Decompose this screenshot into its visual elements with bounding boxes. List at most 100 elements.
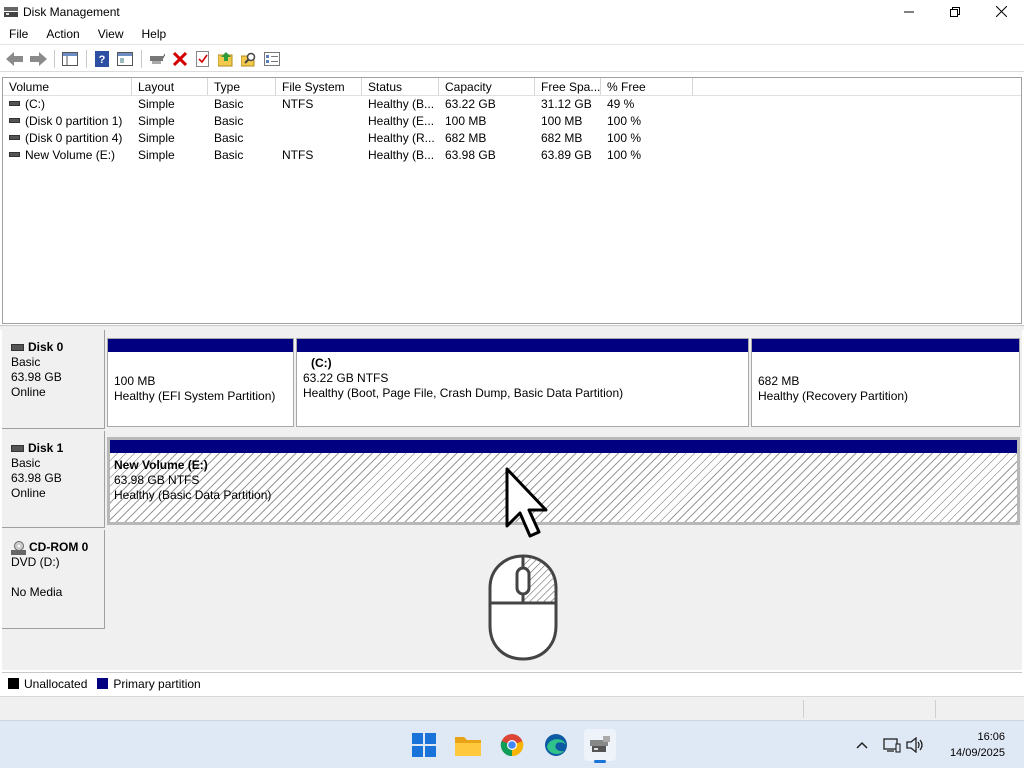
unallocated-swatch xyxy=(8,678,19,689)
checklist-icon[interactable] xyxy=(192,48,214,70)
type-cell: Basic xyxy=(214,148,244,162)
toolbar-separator xyxy=(54,49,55,68)
primary-partition-swatch xyxy=(97,678,109,689)
free-space-cell: 682 MB xyxy=(541,131,583,145)
disk-type: Basic xyxy=(11,456,41,470)
minimize-button[interactable] xyxy=(886,0,932,23)
percent-free-cell: 100 % xyxy=(607,131,642,145)
partition-status: Healthy (EFI System Partition) xyxy=(114,389,276,403)
disk-type: Basic xyxy=(11,355,41,369)
status-cell: Healthy (R... xyxy=(368,131,435,145)
title-bar: Disk Management xyxy=(0,0,1024,23)
forward-icon[interactable] xyxy=(27,48,49,70)
primary-partition-bar xyxy=(110,440,1017,453)
capacity-cell: 63.98 GB xyxy=(445,148,496,162)
chrome-icon[interactable] xyxy=(496,729,528,761)
table-row[interactable]: (Disk 0 partition 4) Simple Basic Health… xyxy=(3,130,1021,147)
import-icon[interactable] xyxy=(215,48,237,70)
disk-management-app-icon xyxy=(4,6,18,18)
cd-drive-icon xyxy=(11,540,26,555)
windows-start-icon[interactable] xyxy=(408,729,440,761)
type-cell: Basic xyxy=(214,114,244,128)
layout-cell: Simple xyxy=(138,97,175,111)
legend: Unallocated Primary partition xyxy=(2,672,1022,694)
menu-action[interactable]: Action xyxy=(37,23,88,45)
help-icon[interactable]: ? xyxy=(91,48,113,70)
type-cell: Basic xyxy=(214,97,244,111)
toolbar-separator xyxy=(86,49,87,68)
legend-primary-partition: Primary partition xyxy=(113,676,201,691)
table-row[interactable]: (Disk 0 partition 1) Simple Basic Health… xyxy=(3,113,1021,130)
clock-date: 14/09/2025 xyxy=(949,747,1005,759)
delete-icon[interactable] xyxy=(169,48,191,70)
column-header-volume[interactable]: Volume xyxy=(3,78,132,95)
volume-list-header: Volume Layout Type File System Status Ca… xyxy=(3,78,1021,96)
volume-name: New Volume (E:) xyxy=(25,148,116,162)
partition-c[interactable]: (C:) 63.22 GB NTFS Healthy (Boot, Page F… xyxy=(296,338,749,427)
column-header-type[interactable]: Type xyxy=(208,78,276,95)
status-bar xyxy=(0,696,1024,720)
file-system-cell: NTFS xyxy=(282,97,314,111)
chevron-up-icon[interactable] xyxy=(852,741,872,749)
cdrom-0-label[interactable]: CD-ROM 0 DVD (D:) No Media xyxy=(2,530,105,629)
properties-icon[interactable] xyxy=(114,48,136,70)
file-explorer-icon[interactable] xyxy=(452,729,484,761)
column-header-layout[interactable]: Layout xyxy=(132,78,208,95)
connect-icon[interactable] xyxy=(146,48,168,70)
menu-help[interactable]: Help xyxy=(133,23,176,45)
disk-1-label[interactable]: Disk 1 Basic 63.98 GB Online xyxy=(2,431,105,528)
disk-size: 63.98 GB xyxy=(11,471,62,485)
partition-efi[interactable]: 100 MB Healthy (EFI System Partition) xyxy=(107,338,294,427)
volume-cell: (Disk 0 partition 1) xyxy=(3,113,132,130)
console-tree-icon[interactable] xyxy=(59,48,81,70)
layout-cell: Simple xyxy=(138,131,175,145)
partition-status: Healthy (Recovery Partition) xyxy=(758,389,909,403)
drive-icon xyxy=(9,101,20,107)
menu-bar: File Action View Help xyxy=(0,23,1024,45)
menu-file[interactable]: File xyxy=(0,23,37,45)
free-space-cell: 63.89 GB xyxy=(541,148,592,162)
drive-icon xyxy=(9,118,20,124)
file-system-cell xyxy=(276,113,362,130)
volume-list[interactable]: Volume Layout Type File System Status Ca… xyxy=(2,77,1022,324)
capacity-cell: 100 MB xyxy=(445,114,487,128)
close-button[interactable] xyxy=(978,0,1024,23)
view-icon[interactable] xyxy=(261,48,283,70)
disk-name: Disk 0 xyxy=(28,340,64,354)
capacity-cell: 63.22 GB xyxy=(445,97,496,111)
system-clock[interactable]: 16:06 14/09/2025 xyxy=(950,729,1005,761)
disk-state: No Media xyxy=(11,585,63,599)
back-icon[interactable] xyxy=(4,48,26,70)
primary-partition-bar xyxy=(752,339,1019,352)
volume-icon[interactable] xyxy=(904,737,926,753)
column-header-capacity[interactable]: Capacity xyxy=(439,78,535,95)
partition-new-volume-e[interactable]: New Volume (E:) 63.98 GB NTFS Healthy (B… xyxy=(107,437,1020,525)
partition-recovery[interactable]: 682 MB Healthy (Recovery Partition) xyxy=(751,338,1020,427)
disk-name: CD-ROM 0 xyxy=(29,540,89,554)
maximize-button[interactable] xyxy=(932,0,978,23)
disk-0-label[interactable]: Disk 0 Basic 63.98 GB Online xyxy=(2,330,105,429)
table-row[interactable]: (C:) Simple Basic NTFS Healthy (B... 63.… xyxy=(3,96,1021,113)
column-header-percent-free[interactable]: % Free xyxy=(601,78,693,95)
edge-icon[interactable] xyxy=(540,729,572,761)
active-app-indicator xyxy=(594,760,606,763)
free-space-cell: 100 MB xyxy=(541,114,583,128)
mouse-left-click-icon xyxy=(486,553,560,663)
mouse-cursor-icon xyxy=(503,466,553,540)
layout-cell: Simple xyxy=(138,114,175,128)
column-header-file-system[interactable]: File System xyxy=(276,78,362,95)
status-cell: Healthy (B... xyxy=(368,148,435,162)
network-icon[interactable] xyxy=(880,737,904,753)
disk-icon xyxy=(11,445,24,452)
column-header-status[interactable]: Status xyxy=(362,78,439,95)
disk-management-icon[interactable] xyxy=(584,729,616,763)
window-title: Disk Management xyxy=(23,4,120,19)
search-icon[interactable] xyxy=(238,48,260,70)
partition-status: Healthy (Boot, Page File, Crash Dump, Ba… xyxy=(303,386,624,400)
table-row[interactable]: New Volume (E:) Simple Basic NTFS Health… xyxy=(3,147,1021,164)
column-header-free-space[interactable]: Free Spa... xyxy=(535,78,601,95)
toolbar-separator xyxy=(141,49,142,68)
partition-name: New Volume (E:) xyxy=(114,458,208,472)
menu-view[interactable]: View xyxy=(89,23,133,45)
drive-icon xyxy=(9,152,20,158)
